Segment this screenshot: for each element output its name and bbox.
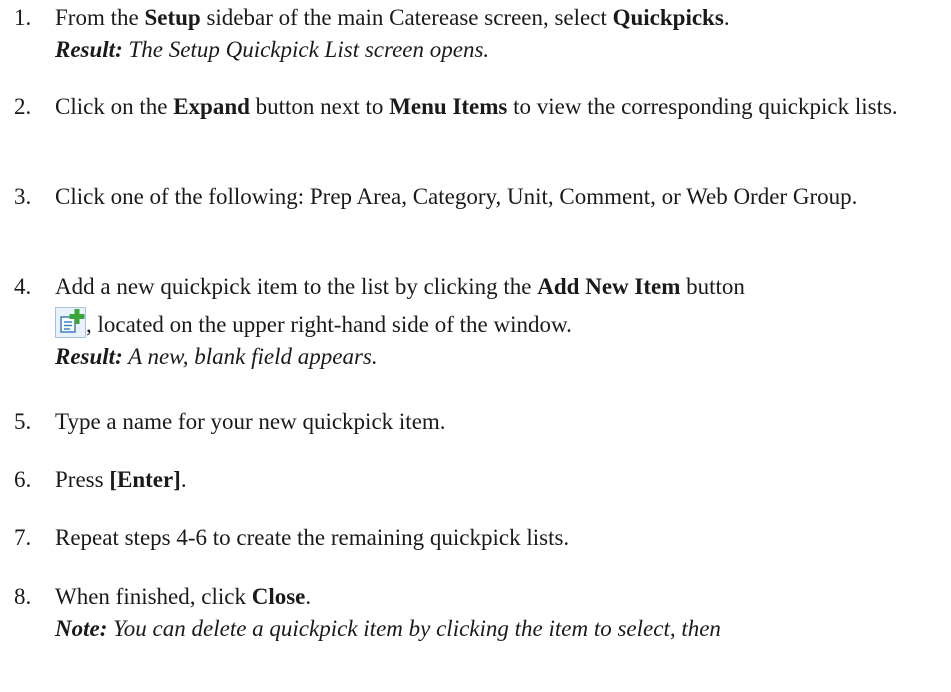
add-new-item-icon (55, 307, 86, 338)
step-6: 6. Press [Enter]. (0, 464, 945, 496)
step-text: Repeat steps 4-6 to create the remaining… (55, 525, 570, 550)
step-4: 4. Add a new quickpick item to the list … (0, 271, 945, 373)
step-text: Type a name for your new quickpick item. (55, 409, 446, 434)
step-number: 8. (14, 584, 32, 609)
step-text: Click on the Expand button next to Menu … (55, 91, 945, 123)
step-text-part: button next to (249, 94, 390, 119)
step-text-part: sidebar of the main Caterease screen, se… (200, 5, 613, 30)
enter-key-ref: [Enter] (109, 467, 181, 492)
step-text-part: Press (55, 467, 110, 492)
step-number: 4. (14, 274, 32, 299)
menu-items-ref: Menu Items (389, 94, 508, 119)
step-result: Result: A new, blank field appears. (55, 341, 945, 373)
step-text-part: . (180, 467, 187, 492)
result-label: Result: (55, 344, 123, 369)
step-text: Press [Enter]. (55, 464, 945, 496)
result-text: The Setup Quickpick List screen opens. (122, 37, 490, 62)
step-5: 5. Type a name for your new quickpick it… (0, 406, 945, 438)
step-text: Add a new quickpick item to the list by … (55, 271, 945, 303)
step-text-part: Add a new quickpick item to the list by … (55, 274, 538, 299)
step-text: From the Setup sidebar of the main Cater… (55, 2, 945, 34)
step-number: 7. (14, 525, 32, 550)
step-number: 1. (14, 5, 32, 30)
step-number: 3. (14, 184, 32, 209)
step-text-part: From the (55, 5, 145, 30)
step-text: When finished, click Close. (55, 581, 945, 613)
step-number: 5. (14, 409, 32, 434)
step-2: 2. Click on the Expand button next to Me… (0, 91, 945, 123)
step-number: 2. (14, 94, 32, 119)
step-text-part: Click on the (55, 94, 174, 119)
note-text: You can delete a quickpick item by click… (107, 616, 721, 641)
step-1: 1. From the Setup sidebar of the main Ca… (0, 2, 945, 66)
step-8: 8. When finished, click Close. Note: You… (0, 581, 945, 645)
result-text: A new, blank field appears. (122, 344, 378, 369)
add-new-item-ref: Add New Item (537, 274, 681, 299)
step-text-part: , located on the upper right-hand side o… (86, 312, 572, 337)
step-text-part: button (680, 274, 745, 299)
step-text-part: . (305, 584, 312, 609)
step-7: 7. Repeat steps 4-6 to create the remain… (0, 522, 945, 554)
expand-button-ref: Expand (173, 94, 250, 119)
setup-sidebar-ref: Setup (144, 5, 201, 30)
step-result: Result: The Setup Quickpick List screen … (55, 34, 945, 66)
step-text: Click one of the following: Prep Area, C… (55, 184, 858, 209)
note-label: Note: (55, 616, 108, 641)
step-text-line: , located on the upper right-hand side o… (55, 307, 945, 341)
step-text-part: . (723, 5, 730, 30)
step-text-part: When finished, click (55, 584, 252, 609)
step-note: Note: You can delete a quickpick item by… (55, 613, 945, 645)
result-label: Result: (55, 37, 123, 62)
quickpicks-ref: Quickpicks (612, 5, 724, 30)
close-button-ref: Close (251, 584, 306, 609)
step-text-part: to view the corresponding quickpick list… (507, 94, 898, 119)
step-number: 6. (14, 467, 32, 492)
instruction-document: 1. From the Setup sidebar of the main Ca… (0, 0, 951, 692)
step-3: 3. Click one of the following: Prep Area… (0, 181, 945, 213)
